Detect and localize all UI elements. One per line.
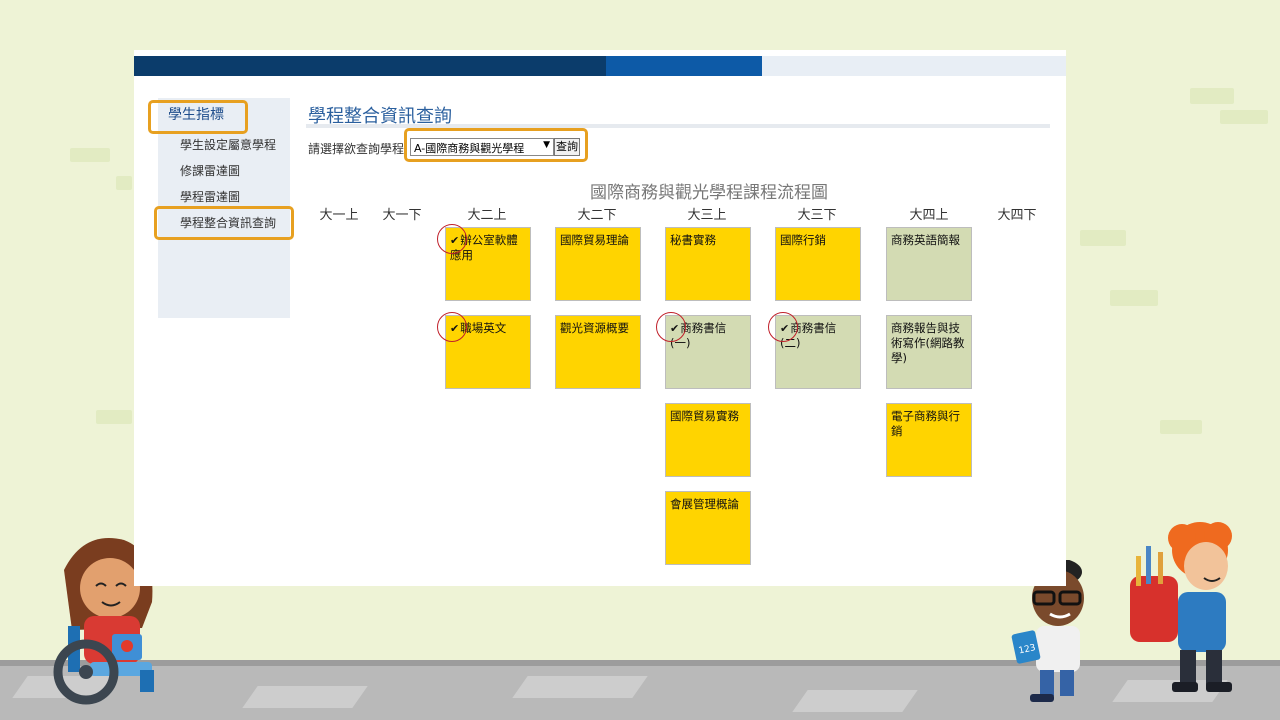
check-annotation-circle	[437, 312, 467, 342]
check-annotation-circle	[656, 312, 686, 342]
semester-header: 大四上	[909, 208, 949, 223]
course-name: 國際貿易實務	[670, 409, 739, 423]
semester-header: 大一下	[382, 208, 422, 223]
course-card[interactable]: 秘書實務	[665, 227, 751, 301]
course-card[interactable]: 國際行銷	[775, 227, 861, 301]
semester-header: 大三下	[797, 208, 837, 223]
bg-brick	[70, 148, 110, 162]
course-name: 國際貿易理論	[560, 233, 629, 247]
course-card[interactable]: 電子商務與行銷	[886, 403, 972, 477]
check-annotation-circle	[437, 224, 467, 254]
sidebar-item-course-radar[interactable]: 修課雷達圖	[180, 162, 240, 179]
semester-header: 大四下	[997, 208, 1037, 223]
course-card[interactable]: 商務報告與技術寫作(網路教學)	[886, 315, 972, 389]
semester-header: 大二上	[467, 208, 507, 223]
course-card[interactable]: 國際貿易理論	[555, 227, 641, 301]
course-name: 職場英文	[460, 321, 507, 335]
student-backpack-illustration	[1130, 522, 1232, 692]
query-label: 請選擇欲查詢學程	[308, 142, 405, 156]
bg-brick	[1080, 230, 1126, 246]
sidewalk-tile	[792, 690, 918, 712]
course-card[interactable]: 商務英語簡報	[886, 227, 972, 301]
header-bar-light	[762, 56, 1066, 76]
sidebar-item-program-radar[interactable]: 學程雷達圖	[180, 188, 240, 205]
sidewalk-tile	[512, 676, 648, 698]
semester-header: 大二下	[577, 208, 617, 223]
course-name: 商務報告與技術寫作(網路教學)	[891, 321, 965, 365]
sidebar-item-set-preferred-program[interactable]: 學生設定屬意學程	[180, 136, 276, 153]
bg-brick	[96, 410, 132, 424]
bg-brick	[1160, 420, 1202, 434]
bg-brick	[1190, 88, 1234, 104]
semester-header: 大三上	[687, 208, 727, 223]
bg-brick	[116, 176, 132, 190]
course-card[interactable]: 國際貿易實務	[665, 403, 751, 477]
screenshot-window: 學生指標 學生設定屬意學程 修課雷達圖 學程雷達圖 學程整合資訊查詢 學程整合資…	[134, 50, 1066, 586]
course-name: 電子商務與行銷	[891, 409, 960, 438]
flow-chart-title: 國際商務與觀光學程課程流程圖	[590, 183, 828, 203]
semester-header: 大一上	[319, 208, 359, 223]
course-name: 商務英語簡報	[891, 233, 960, 247]
header-bar-dark	[134, 56, 606, 76]
highlight-sidebar-item	[154, 206, 294, 240]
course-card[interactable]: 會展管理概論	[665, 491, 751, 565]
course-name: 國際行銷	[780, 233, 826, 247]
check-annotation-circle	[768, 312, 798, 342]
course-name: 秘書實務	[670, 233, 716, 247]
course-name: 會展管理概論	[670, 497, 739, 511]
bg-brick	[1110, 290, 1158, 306]
highlight-sidebar-title	[148, 100, 248, 134]
sidewalk-tile	[242, 686, 368, 708]
highlight-query-controls	[404, 128, 588, 162]
course-name: 觀光資源概要	[560, 321, 629, 335]
bg-brick	[1220, 110, 1268, 124]
course-card[interactable]: 觀光資源概要	[555, 315, 641, 389]
header-bar-mid	[606, 56, 762, 76]
